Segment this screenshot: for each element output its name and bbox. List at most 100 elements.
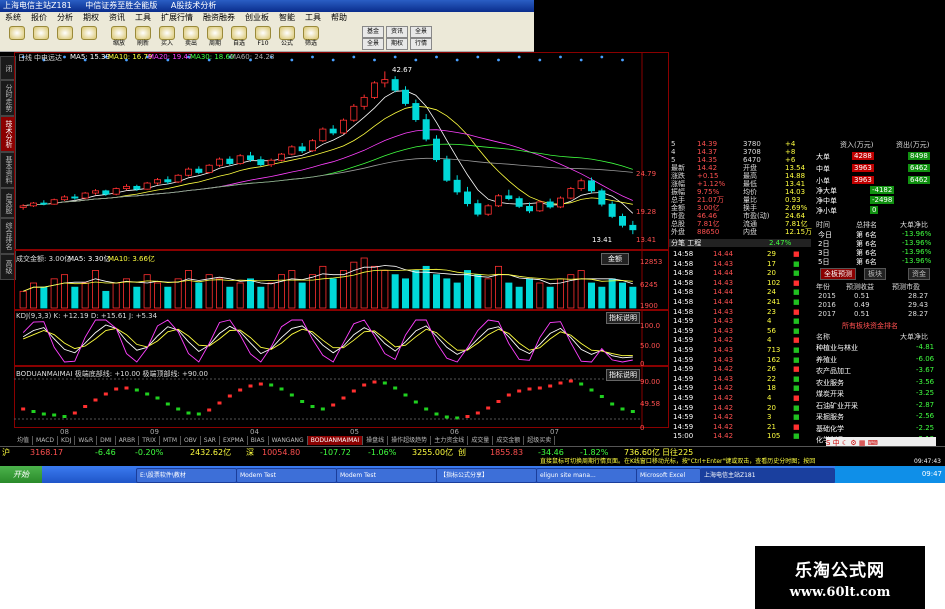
taskbar-item[interactable]: Modem Test [336, 468, 437, 483]
menu-item[interactable]: 融资融券 [203, 13, 235, 22]
toolbar-button-f10[interactable]: F10 [252, 26, 274, 48]
indicator-tab[interactable]: 均值 [14, 436, 34, 445]
signal-dot [290, 58, 294, 62]
indicator-tab[interactable]: W&R [75, 436, 98, 445]
quote-row: 15:00 14.42 105 ■ [669, 432, 811, 440]
toolbar-button-back[interactable] [6, 26, 28, 48]
taskbar-item[interactable]: eligun site mana... [536, 468, 637, 483]
taskbar-item[interactable]: Microsoft Excel [636, 468, 701, 483]
menu-item[interactable]: 帮助 [331, 13, 347, 22]
menu-item[interactable]: 期权 [83, 13, 99, 22]
taskbar-item-active[interactable]: 上海电信主站Z181 [700, 468, 835, 483]
indicator-tab[interactable]: MACD [33, 436, 59, 445]
toolbar-button-zoom[interactable]: 缩放 [108, 26, 130, 48]
quote-value: 13.54 [785, 164, 806, 172]
toolbar-button-down[interactable] [78, 26, 100, 48]
boduan-mark [114, 387, 119, 391]
kdj-axis-label: 0 [640, 360, 645, 368]
boduan-help-button[interactable]: 指标说明 [606, 369, 640, 381]
indicator-tab[interactable]: 超级买卖 [524, 436, 556, 445]
menu-item[interactable]: 资讯 [109, 13, 125, 22]
kdj-help-button[interactable]: 指标说明 [606, 312, 640, 324]
candle-body [536, 201, 544, 212]
boduan-mark [103, 392, 108, 396]
indicator-tab[interactable]: 主力资金线 [431, 436, 469, 445]
toolbar-button-label: 公式 [280, 40, 293, 47]
toolbar-button-formula[interactable]: 公式 [276, 26, 298, 48]
toolbar-button-self-select[interactable]: 自选 [228, 26, 250, 48]
indicator-tab[interactable]: 成交金额 [493, 436, 525, 445]
indicator-tab[interactable]: KDJ [58, 436, 76, 445]
indicator-tab[interactable]: 成交量 [468, 436, 494, 445]
tick-volume: 3 [767, 413, 772, 422]
indicator-tab[interactable]: EXPMA [220, 436, 248, 445]
toolbar-right-button[interactable]: 期权 [386, 38, 408, 50]
quote-value: 24.64 [785, 212, 806, 220]
menu-item[interactable]: 分析 [57, 13, 73, 22]
menu-item[interactable]: 创业板 [245, 13, 269, 22]
toolbar-right-button[interactable]: 行情 [410, 38, 432, 50]
fund-net-label: 净大单 [816, 187, 837, 195]
title-part: A股技术分析 [170, 1, 217, 10]
taskbar-item[interactable]: Modem Test [236, 468, 337, 483]
volume-axis-label: 1900 [640, 302, 658, 310]
indicator-tab[interactable]: 操作超级趋势 [388, 436, 432, 445]
signal-dot [579, 58, 583, 62]
menu-item[interactable]: 工具 [305, 13, 321, 22]
forward-icon [33, 26, 49, 40]
toolbar-right-button[interactable]: 基金 [362, 26, 384, 38]
quote-label: 5 [671, 156, 676, 164]
indicator-tab[interactable]: TRIX [139, 436, 160, 445]
tick-time: 14:59 [673, 384, 694, 393]
volume-bar [184, 270, 192, 309]
quote-value: 0.93 [785, 196, 801, 204]
indicator-tab[interactable]: MTM [160, 436, 182, 445]
tick-direction-icon: ■ [793, 394, 800, 402]
volume-bar [19, 290, 27, 309]
toolbar-right-button[interactable]: 资讯 [386, 26, 408, 38]
indicator-tab-active[interactable]: BODUANMAIMAI [307, 436, 364, 445]
menu-item[interactable]: 报价 [31, 13, 47, 22]
toolbar-button-up[interactable] [54, 26, 76, 48]
tick-direction-icon: ■ [793, 278, 800, 287]
toolbar-button-filter[interactable]: 筛选 [300, 26, 322, 48]
toolbar-button-refresh[interactable]: 刷新 [132, 26, 154, 48]
toolbar-right-button[interactable]: 全景 [410, 26, 432, 38]
indicator-tab[interactable]: WANGANG [269, 436, 308, 445]
fund-row-label: 中单 [816, 165, 830, 173]
menu-item[interactable]: 智能 [279, 13, 295, 22]
ma10-value: MA10: 16.79 [108, 53, 153, 61]
indicator-tab[interactable]: SAR [201, 436, 220, 445]
volume-bar [246, 278, 254, 309]
indicator-tab[interactable]: 操盘线 [363, 436, 389, 445]
start-button[interactable]: 开始 [0, 466, 42, 483]
fund-panel-tab[interactable]: 资金 [908, 268, 930, 280]
fund-panel-tab[interactable]: 板块 [864, 268, 886, 280]
toolbar-button-buy[interactable]: 买入 [156, 26, 178, 48]
forecast-year: 2017 [818, 310, 836, 318]
volume-bar [546, 286, 554, 309]
toolbar-button-sell[interactable]: 卖出 [180, 26, 202, 48]
toolbar-right-button[interactable]: 全景 [362, 38, 384, 50]
tick-price: 14.42 [713, 365, 734, 374]
indicator-tab[interactable]: DMI [97, 436, 116, 445]
ma20-value: MA20: 19.47 [148, 53, 193, 61]
taskbar-item[interactable]: E:\股票软件\教材 [136, 468, 237, 483]
toolbar-button-forward[interactable] [30, 26, 52, 48]
indicator-tab[interactable]: ARBR [116, 436, 140, 445]
indicator-tab[interactable]: OBV [181, 436, 201, 445]
menu-item[interactable]: 系统 [5, 13, 21, 22]
indicator-tab[interactable]: BIAS [248, 436, 269, 445]
tick-price: 14.42 [713, 394, 734, 402]
toolbar-button-period[interactable]: 周期 [204, 26, 226, 48]
menu-item[interactable]: 工具 [135, 13, 151, 22]
menu-item[interactable]: 扩展行情 [161, 13, 193, 22]
volume-dropdown[interactable]: 金额 [601, 253, 629, 265]
quote-row: 14:58 14.43 17 ■ [669, 260, 811, 268]
tick-volume: 56 [767, 326, 776, 335]
taskbar-item[interactable]: 【指标公式分享】 [436, 468, 537, 483]
fund-panel-tab[interactable]: 全板预测 [820, 268, 856, 280]
quote-value: 9.75% [697, 188, 720, 196]
quote-label: 最新 [671, 164, 685, 172]
volume-bar [401, 278, 409, 309]
